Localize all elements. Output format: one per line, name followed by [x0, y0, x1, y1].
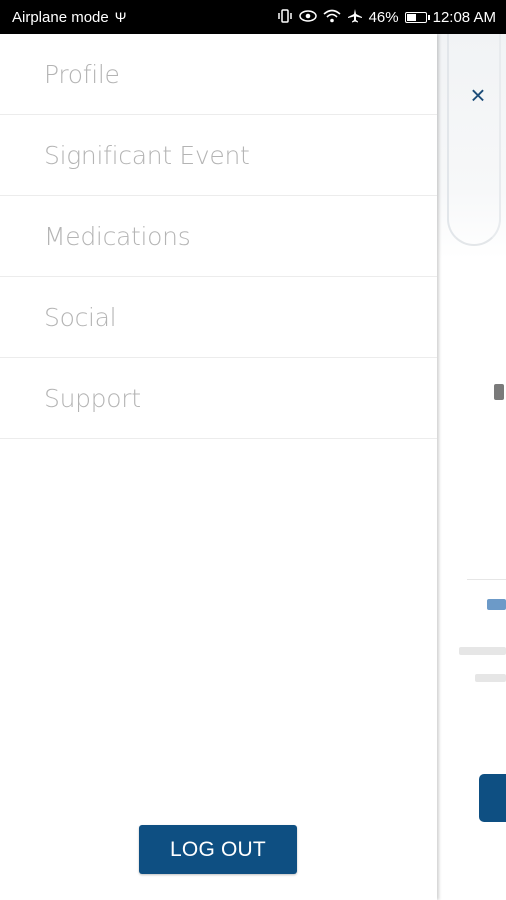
background-heading-fragment	[487, 599, 506, 610]
vibrate-icon	[277, 9, 293, 25]
drawer-menu: Profile Significant Event Medications So…	[0, 34, 437, 439]
menu-item-label: Significant Event	[44, 140, 250, 170]
status-bar: Airplane mode Ψ 46% 12:08 AM	[0, 0, 506, 34]
background-divider	[467, 579, 506, 580]
background-hero-image	[437, 34, 506, 259]
battery-percent: 46%	[368, 8, 399, 26]
background-screen: ×	[437, 34, 506, 900]
battery-icon	[404, 11, 430, 23]
menu-item-support[interactable]: Support	[0, 358, 437, 439]
background-content-fragment	[494, 384, 504, 400]
background-text-fragment	[459, 647, 506, 655]
eye-icon	[298, 10, 317, 24]
status-left: Airplane mode Ψ	[12, 9, 126, 26]
menu-item-label: Medications	[44, 221, 191, 251]
airplane-mode-text: Airplane mode	[12, 8, 109, 26]
close-icon[interactable]: ×	[467, 82, 489, 108]
menu-item-social[interactable]: Social	[0, 277, 437, 358]
background-text-fragment	[475, 674, 506, 682]
wifi-icon	[323, 9, 341, 25]
clock: 12:08 AM	[432, 8, 496, 26]
menu-item-significant-event[interactable]: Significant Event	[0, 115, 437, 196]
menu-item-profile[interactable]: Profile	[0, 34, 437, 115]
airplane-icon	[347, 8, 363, 26]
menu-item-medications[interactable]: Medications	[0, 196, 437, 277]
menu-item-label: Profile	[44, 59, 120, 89]
navigation-drawer: Profile Significant Event Medications So…	[0, 34, 437, 900]
status-right: 46% 12:08 AM	[277, 8, 496, 26]
menu-item-label: Support	[44, 383, 141, 413]
menu-item-label: Social	[44, 302, 117, 332]
background-button[interactable]	[479, 774, 506, 822]
logout-button[interactable]: LOG OUT	[139, 825, 297, 874]
usb-icon: Ψ	[114, 9, 127, 25]
